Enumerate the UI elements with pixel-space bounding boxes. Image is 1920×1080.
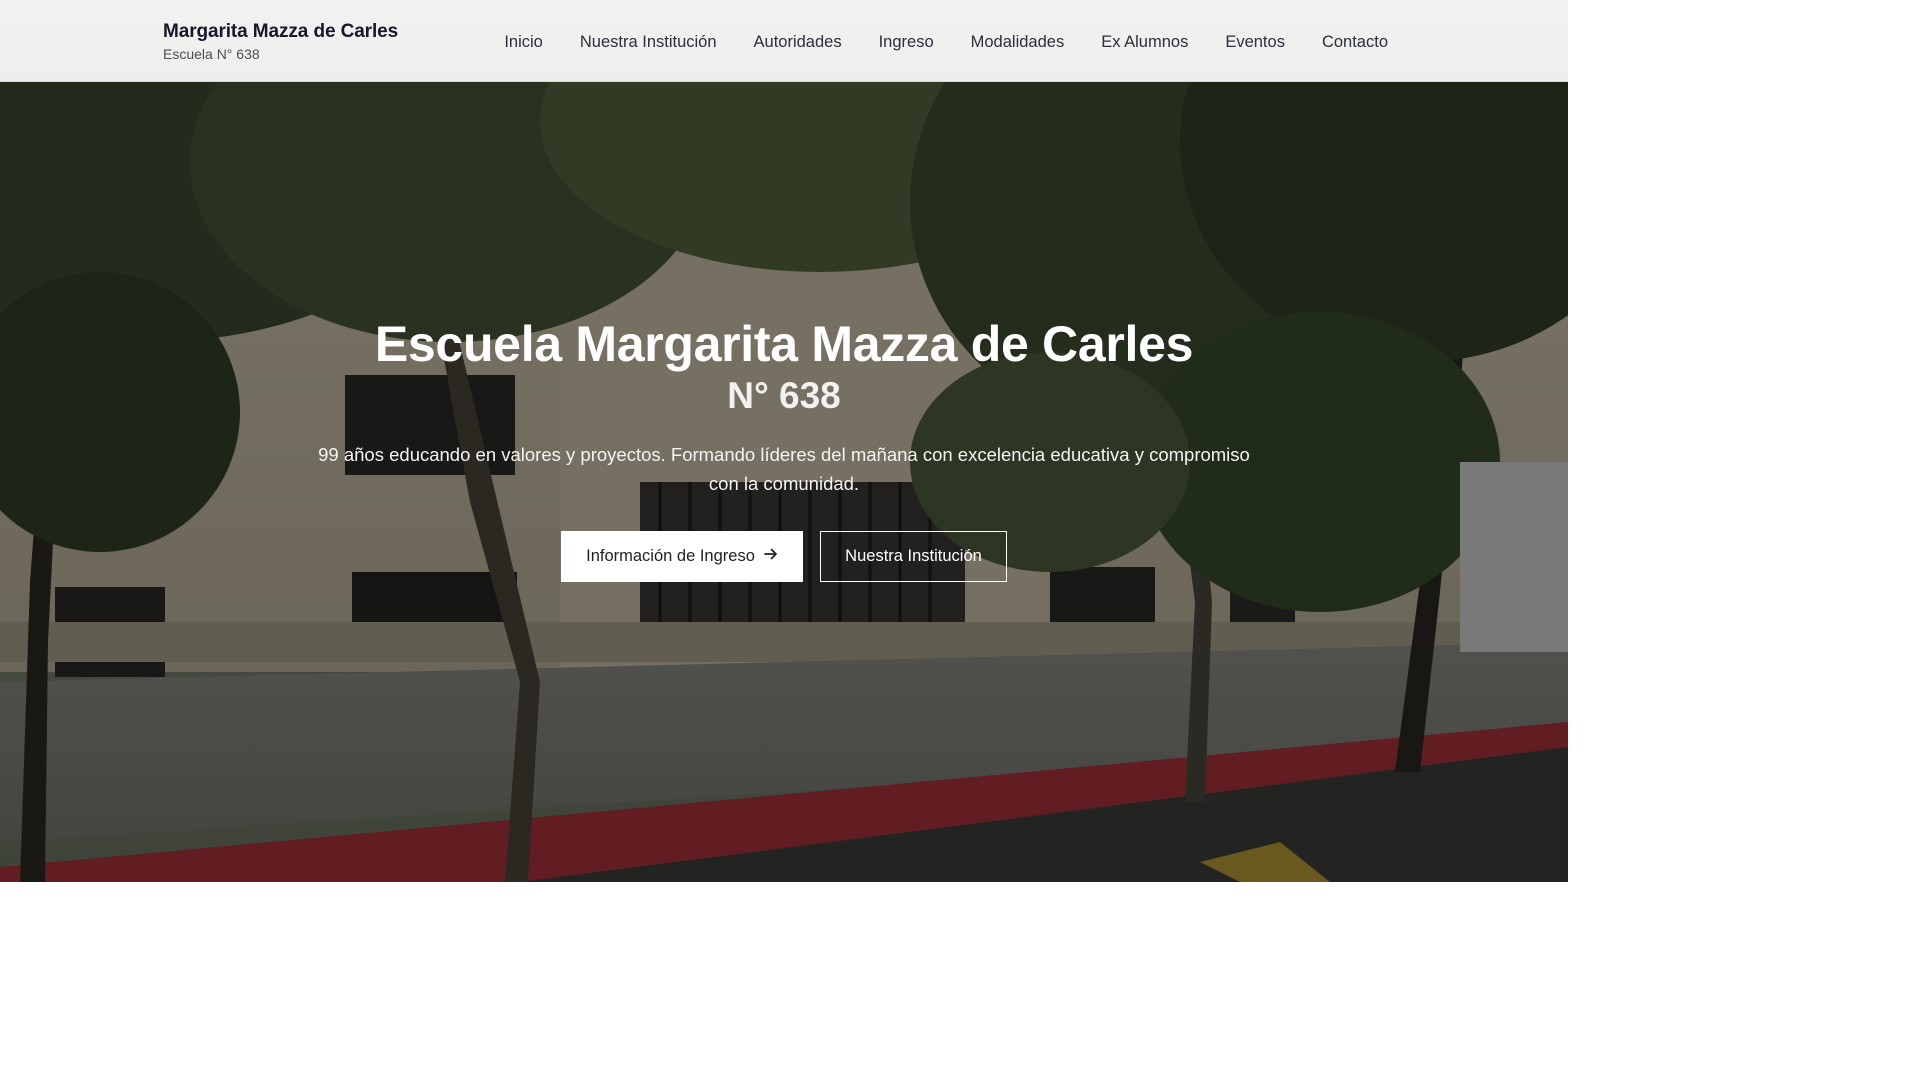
hero-school-number: N° 638 [727,375,841,416]
nav-item-modalidades[interactable]: Modalidades [971,31,1065,53]
nav-item-eventos[interactable]: Eventos [1225,31,1285,53]
brand-name: Margarita Mazza de Carles [163,21,399,42]
ingreso-info-button[interactable]: Información de Ingreso [561,531,803,582]
hero-description: 99 años educando en valores y proyectos.… [318,444,1250,494]
institucion-button-label: Nuestra Institución [845,547,982,565]
nav-item-nuestra-institucion[interactable]: Nuestra Institución [580,31,717,53]
page: Margarita Mazza de Carles Escuela N° 638… [0,0,1568,882]
hero-title: Escuela Margarita Mazza de Carles [374,316,1194,372]
nav-item-autoridades[interactable]: Autoridades [754,31,842,53]
hero-actions: Información de Ingreso Nuestra Instituci… [0,531,1568,582]
site-header: Margarita Mazza de Carles Escuela N° 638… [0,0,1568,82]
nav-item-ingreso[interactable]: Ingreso [879,31,934,53]
nav-item-inicio[interactable]: Inicio [504,31,543,53]
institucion-button[interactable]: Nuestra Institución [820,531,1007,582]
brand-subtitle: Escuela N° 638 [163,46,260,62]
ingreso-info-button-label: Información de Ingreso [586,547,755,565]
brand-logo-link[interactable]: Margarita Mazza de Carles Escuela N° 638 [163,20,398,63]
nav-item-ex-alumnos[interactable]: Ex Alumnos [1101,31,1188,53]
arrow-right-icon [764,547,778,566]
main-nav: Inicio Nuestra Institución Autoridades I… [504,31,1388,53]
nav-item-contacto[interactable]: Contacto [1322,31,1388,53]
